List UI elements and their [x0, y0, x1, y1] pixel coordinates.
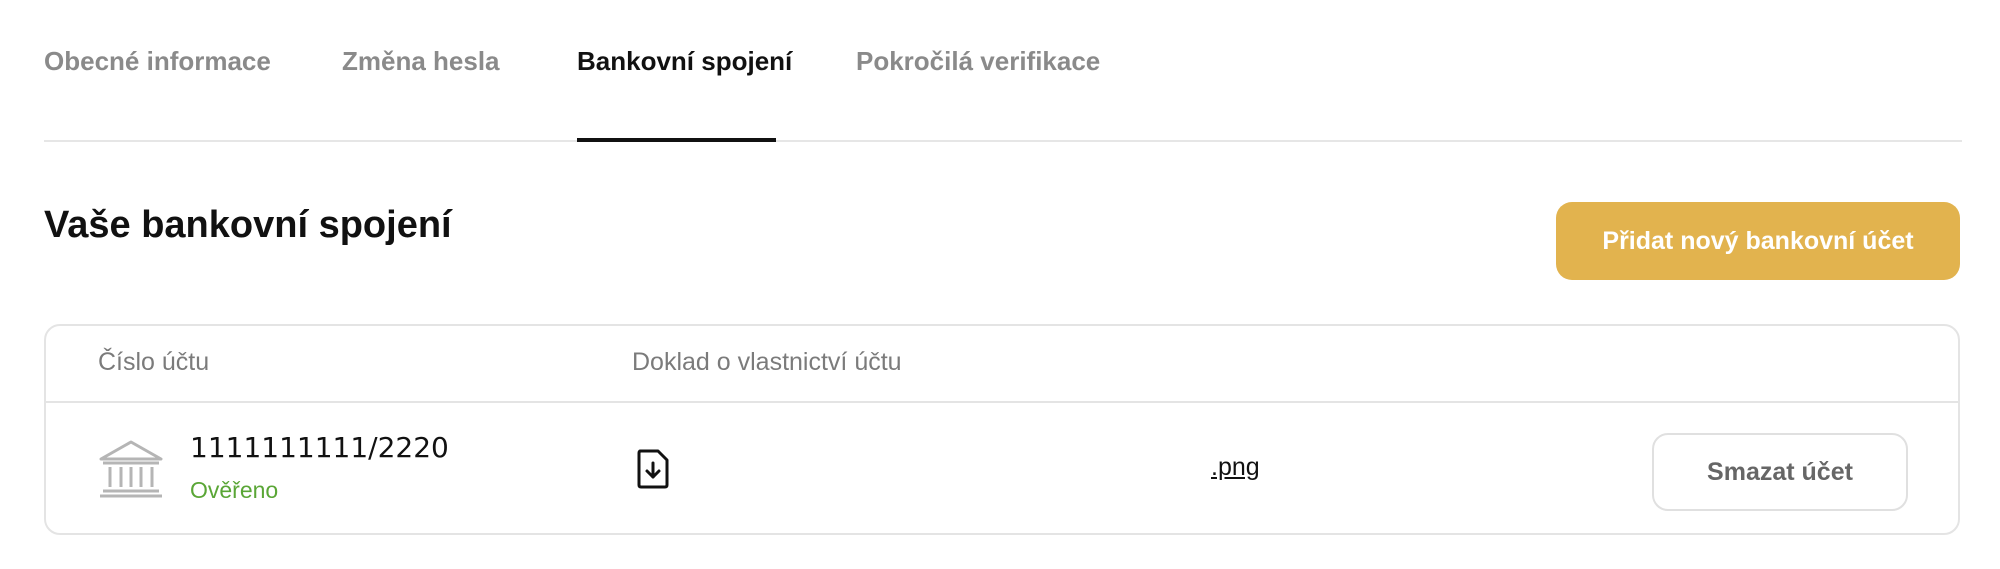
column-header-ownership-document: Doklad o vlastnictví účtu [632, 348, 902, 376]
tab-advanced-verification[interactable]: Pokročilá verifikace [856, 46, 1100, 140]
tab-bar: Obecné informace Změna hesla Bankovní sp… [44, 0, 1962, 142]
bank-icon [98, 439, 164, 499]
status-badge: Ověřeno [190, 477, 279, 503]
table-header: Číslo účtu Doklad o vlastnictví účtu [46, 326, 1958, 403]
file-download-icon[interactable] [636, 449, 670, 489]
column-header-account-number: Číslo účtu [98, 348, 210, 376]
tab-bank-connection[interactable]: Bankovní spojení [577, 46, 792, 142]
delete-account-button[interactable]: Smazat účet [1652, 433, 1908, 511]
tab-change-password[interactable]: Změna hesla [342, 46, 500, 140]
bank-accounts-table: Číslo účtu Doklad o vlastnictví účtu 111… [44, 324, 1960, 535]
tab-general-info[interactable]: Obecné informace [44, 46, 271, 140]
add-bank-account-button[interactable]: Přidat nový bankovní účet [1556, 202, 1960, 280]
page-title: Vaše bankovní spojení [44, 204, 452, 246]
account-number: 1111111111/2220 [190, 431, 449, 464]
table-row: 1111111111/2220 Ověřeno .png Smazat účet [46, 403, 1958, 533]
ownership-document-link[interactable]: .png [1211, 453, 1260, 482]
